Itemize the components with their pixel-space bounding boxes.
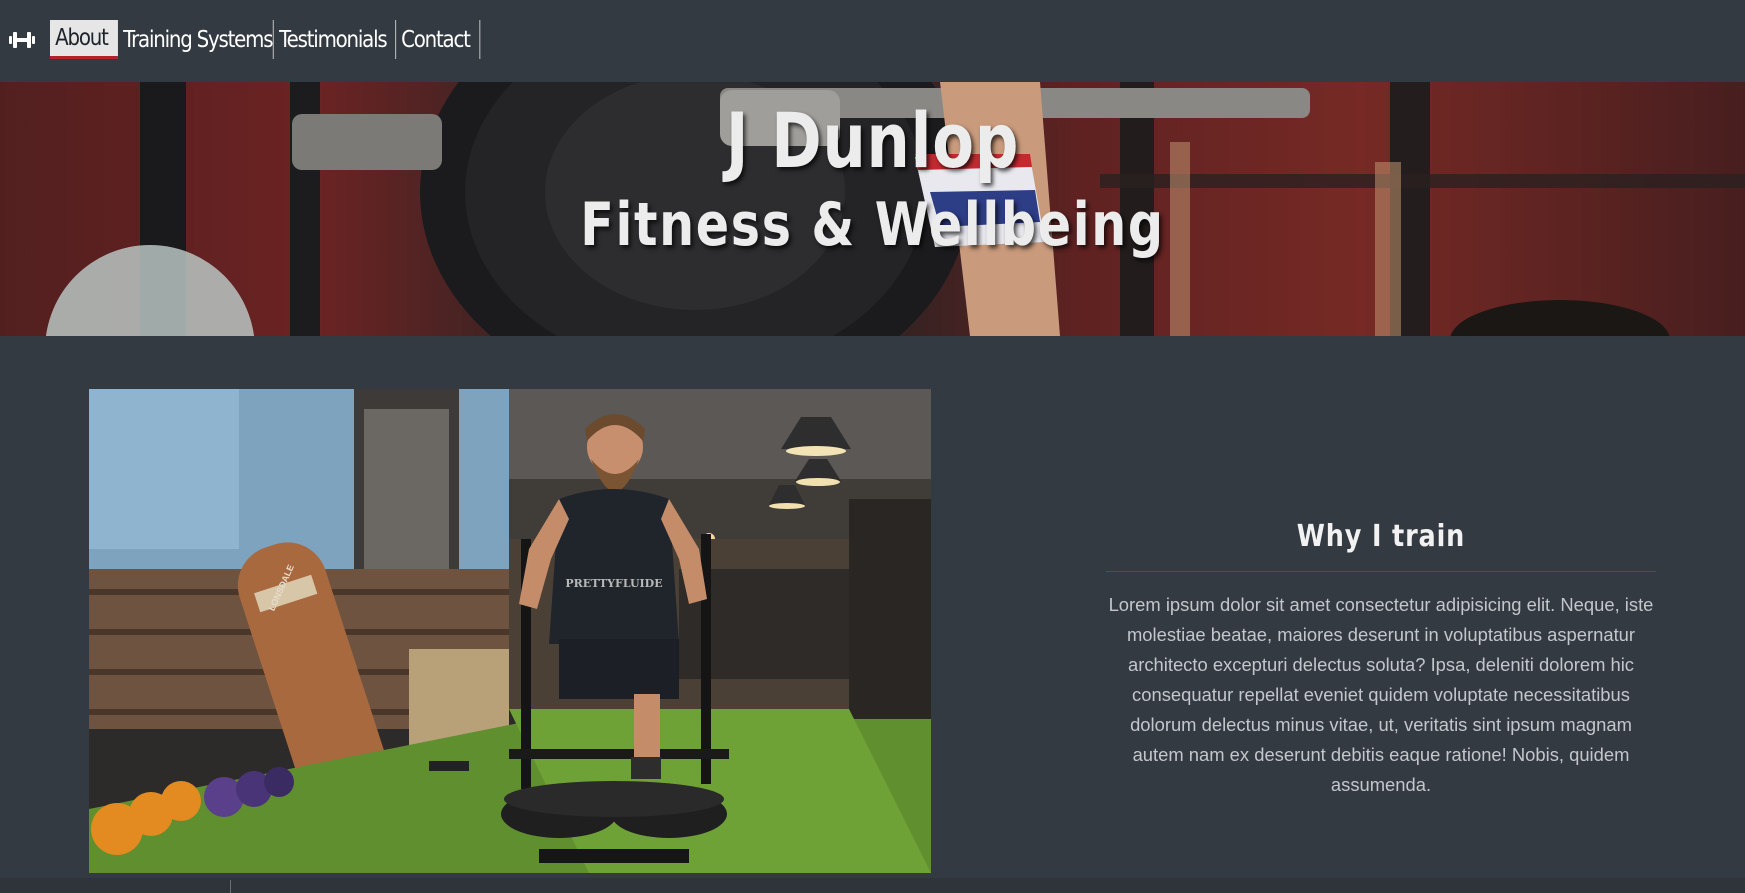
navbar: About Training Systems Testimonials Cont…: [0, 0, 1745, 82]
nav-slot-testimonials: Testimonials: [274, 20, 397, 59]
nav-item-about[interactable]: About: [50, 20, 118, 59]
hero-title: J Dunlop: [725, 96, 1020, 185]
trainer-photo-image: PRETTYFLUIDE LONSDALE: [89, 389, 931, 873]
why-heading: Why I train: [1296, 519, 1466, 554]
nav-slot-contact: Contact: [396, 20, 481, 59]
dumbbell-icon[interactable]: [8, 28, 36, 52]
nav-item-training-systems[interactable]: Training Systems: [118, 20, 274, 59]
trainer-photo: PRETTYFLUIDE LONSDALE: [89, 389, 931, 873]
hero-banner: J Dunlop Fitness & Wellbeing: [0, 82, 1745, 336]
why-body: Lorem ipsum dolor sit amet consectetur a…: [1108, 594, 1654, 795]
why-section: Why I train Lorem ipsum dolor sit amet c…: [1106, 519, 1656, 800]
nav-item-testimonials[interactable]: Testimonials: [274, 20, 397, 59]
hero-subtitle: Fitness & Wellbeing: [580, 190, 1165, 260]
shirt-print: PRETTYFLUIDE: [565, 577, 662, 590]
nav-slot-training: Training Systems: [118, 20, 274, 59]
heading-divider: [1106, 571, 1656, 572]
nav-item-contact[interactable]: Contact: [396, 20, 481, 59]
bottom-strip: [0, 878, 1745, 893]
main-nav: About Training Systems Testimonials Cont…: [50, 20, 481, 59]
bottom-divider: [230, 880, 231, 893]
nav-slot-about: About: [50, 20, 118, 59]
